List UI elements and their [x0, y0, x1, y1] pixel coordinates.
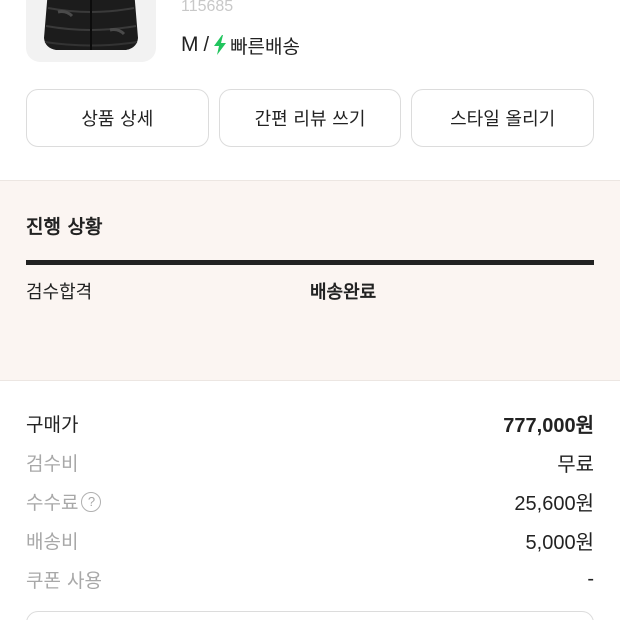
product-summary: 115685 M / 빠른배송 — [0, 0, 620, 80]
progress-status: 배송완료 — [310, 282, 377, 303]
inspection-fee-label: 검수비 — [26, 453, 79, 475]
price-row-shipping: 배송비 5,000원 — [26, 521, 594, 560]
progress-section: 진행 상황 검수합격 배송완료 — [0, 180, 620, 381]
bottom-panel[interactable] — [26, 611, 594, 620]
coupon-value: - — [587, 568, 594, 590]
lightning-bolt-icon — [214, 35, 227, 55]
padded-jacket-image — [44, 0, 138, 50]
product-model-number: 115685 — [181, 0, 234, 15]
commission-value: 25,600원 — [514, 493, 594, 515]
purchase-price-value: 777,000원 — [503, 415, 594, 437]
commission-label: 수수료 — [26, 492, 79, 514]
fast-shipping-label: 빠른배송 — [230, 35, 300, 58]
quick-review-button[interactable]: 간편 리뷰 쓰기 — [218, 89, 402, 147]
option-separator: / — [203, 33, 210, 56]
product-thumbnail[interactable] — [26, 0, 156, 62]
product-size: M — [181, 33, 199, 56]
shipping-fee-label: 배송비 — [26, 531, 79, 553]
shipping-fee-value: 5,000원 — [525, 532, 594, 554]
price-row-coupon: 쿠폰 사용 - — [26, 560, 594, 599]
purchase-price-label: 구매가 — [26, 414, 79, 436]
coupon-label: 쿠폰 사용 — [26, 570, 102, 592]
inspection-fee-value: 무료 — [557, 454, 594, 476]
progress-title: 진행 상황 — [26, 216, 103, 238]
price-row-commission: 수수료 ? 25,600원 — [26, 482, 594, 521]
progress-step-label: 검수합격 — [26, 282, 93, 303]
post-style-button[interactable]: 스타일 올리기 — [411, 89, 595, 147]
price-details: 구매가 777,000원 검수비 무료 수수료 ? 25,600원 배송비 5,… — [26, 404, 594, 599]
price-row-purchase: 구매가 777,000원 — [26, 404, 594, 443]
help-icon[interactable]: ? — [81, 491, 102, 512]
commission-label-wrap: 수수료 ? — [26, 488, 102, 515]
price-row-inspection: 검수비 무료 — [26, 443, 594, 482]
product-option-line: M / 빠른배송 — [181, 30, 300, 60]
progress-bar — [26, 260, 594, 265]
action-buttons: 상품 상세 간편 리뷰 쓰기 스타일 올리기 — [26, 89, 595, 147]
product-detail-button[interactable]: 상품 상세 — [26, 89, 209, 147]
